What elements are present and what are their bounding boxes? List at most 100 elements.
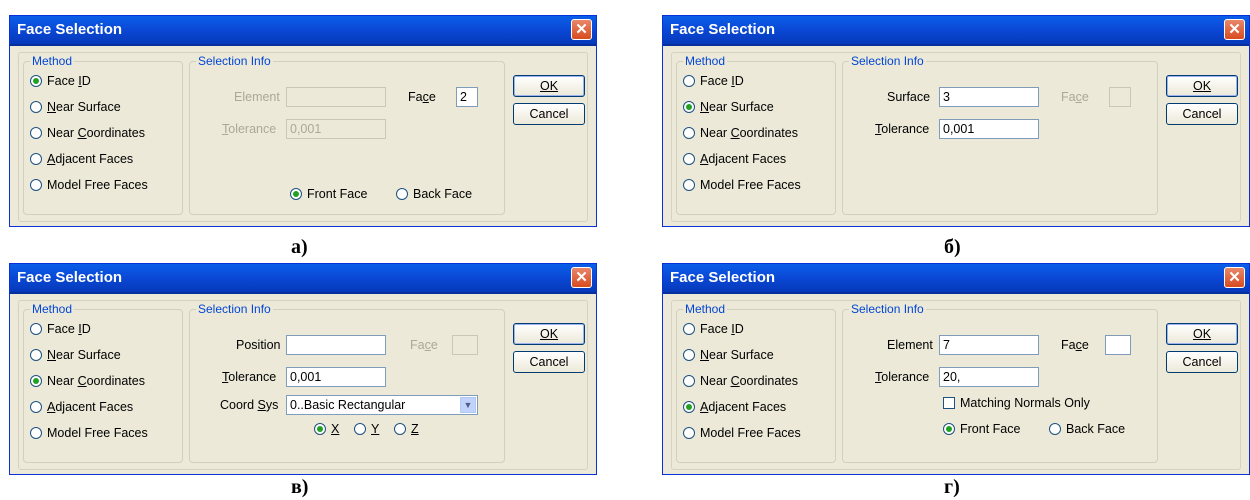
method-radio-adjacent-faces[interactable]: Adjacent Faces [30,400,133,414]
cancel-button[interactable]: Cancel [513,103,585,125]
close-button[interactable]: ✕ [571,267,592,288]
method-radio-adjacent-faces[interactable]: Adjacent Faces [30,152,133,166]
dialog-title: Face Selection [17,269,123,286]
method-group: Method Face ID Near Surface Near Coordin… [676,54,836,215]
position-label: Position [236,338,281,352]
ok-button[interactable]: OK [513,75,585,97]
face-field[interactable] [1109,87,1131,107]
front-face-radio[interactable]: Front Face [943,422,1020,436]
dialog-frame: Method Face ID Near Surface Near Coordin… [18,52,588,222]
close-button[interactable]: ✕ [1224,19,1245,40]
title-bar[interactable]: Face Selection ✕ [10,16,596,46]
radio-icon [30,179,42,191]
face-field[interactable] [1105,335,1131,355]
method-radio-model-free-faces[interactable]: Model Free Faces [30,426,148,440]
title-bar[interactable]: Face Selection ✕ [10,264,596,294]
method-group: Method Face ID Near Surface Near Coordin… [23,54,183,215]
element-label: Element [887,338,933,352]
radio-icon [30,101,42,113]
element-field[interactable]: 7 [939,335,1039,355]
surface-label: Surface [887,90,931,104]
radio-selected-icon [683,101,695,113]
face-field[interactable]: 2 [456,87,478,107]
tolerance-label: Tolerance [875,122,930,136]
face-selection-dialog-a: Face Selection ✕ Method Face ID Near Sur… [9,15,597,227]
radio-selected-icon [290,188,302,200]
method-radio-near-surface[interactable]: Near Surface [30,100,121,114]
tolerance-field[interactable]: 20, [939,367,1039,387]
method-radio-model-free-faces[interactable]: Model Free Faces [683,426,801,440]
radio-icon [30,427,42,439]
radio-icon [30,127,42,139]
radio-selected-icon [943,423,955,435]
title-bar[interactable]: Face Selection ✕ [663,16,1249,46]
method-radio-near-coordinates[interactable]: Near Coordinates [30,374,145,388]
face-selection-dialog-d: Face Selection ✕ Method Face ID Near Sur… [662,263,1250,475]
back-face-radio[interactable]: Back Face [396,187,472,201]
method-radio-face-id[interactable]: Face ID [683,322,744,336]
front-face-radio[interactable]: Front Face [290,187,367,201]
method-legend: Method [683,54,728,68]
radio-icon [683,349,695,361]
method-radio-face-id[interactable]: Face ID [30,74,91,88]
radio-icon [683,75,695,87]
method-radio-near-coordinates[interactable]: Near Coordinates [683,126,798,140]
chevron-down-icon[interactable]: ▼ [460,397,476,413]
dialog-frame: Method Face ID Near Surface Near Coordin… [671,52,1241,222]
back-face-radio[interactable]: Back Face [1049,422,1125,436]
dialog-title: Face Selection [670,269,776,286]
method-legend: Method [30,54,75,68]
cancel-button[interactable]: Cancel [1166,103,1238,125]
title-bar[interactable]: Face Selection ✕ [663,264,1249,294]
position-field[interactable] [286,335,386,355]
radio-icon [683,375,695,387]
cancel-button[interactable]: Cancel [1166,351,1238,373]
method-radio-near-surface[interactable]: Near Surface [30,348,121,362]
method-radio-near-surface[interactable]: Near Surface [683,100,774,114]
method-legend: Method [30,302,75,316]
radio-selected-icon [314,423,326,435]
radio-selected-icon [683,401,695,413]
radio-icon [30,153,42,165]
method-radio-adjacent-faces[interactable]: Adjacent Faces [683,152,786,166]
close-button[interactable]: ✕ [571,19,592,40]
axis-radio-z[interactable]: Z [394,422,419,436]
dialog-body: Method Face ID Near Surface Near Coordin… [12,46,594,224]
tolerance-label: Tolerance [222,122,277,136]
method-radio-model-free-faces[interactable]: Model Free Faces [30,178,148,192]
method-radio-face-id[interactable]: Face ID [683,74,744,88]
close-button[interactable]: ✕ [1224,267,1245,288]
matching-normals-checkbox[interactable]: Matching Normals Only [943,396,1090,410]
element-field[interactable] [286,87,386,107]
face-label: Face [1061,90,1089,104]
method-radio-model-free-faces[interactable]: Model Free Faces [683,178,801,192]
caption-c: в) [291,476,309,498]
ok-button[interactable]: OK [1166,323,1238,345]
tolerance-field[interactable]: 0,001 [286,367,386,387]
radio-icon [683,179,695,191]
method-radio-near-coordinates[interactable]: Near Coordinates [683,374,798,388]
dialog-title: Face Selection [670,21,776,38]
method-radio-face-id[interactable]: Face ID [30,322,91,336]
ok-button[interactable]: OK [513,323,585,345]
radio-icon [30,349,42,361]
cancel-button[interactable]: Cancel [513,351,585,373]
selection-info-legend: Selection Info [196,302,273,316]
checkbox-icon [943,397,955,409]
tolerance-field[interactable]: 0,001 [286,119,386,139]
ok-button[interactable]: OK [1166,75,1238,97]
axis-radio-y[interactable]: Y [354,422,379,436]
selection-info-group: Selection Info Surface 3 Face Tolerance … [842,54,1158,215]
axis-radio-x[interactable]: X [314,422,339,436]
method-radio-near-surface[interactable]: Near Surface [683,348,774,362]
surface-field[interactable]: 3 [939,87,1039,107]
dialog-body: Method Face ID Near Surface Near Coordin… [12,294,594,472]
method-radio-near-coordinates[interactable]: Near Coordinates [30,126,145,140]
face-field[interactable] [452,335,478,355]
tolerance-field[interactable]: 0,001 [939,119,1039,139]
method-radio-adjacent-faces[interactable]: Adjacent Faces [683,400,786,414]
coord-sys-select[interactable]: 0..Basic Rectangular ▼ [286,395,478,415]
selection-info-group: Selection Info Element Face 2 Tolerance … [189,54,505,215]
radio-icon [30,401,42,413]
method-legend: Method [683,302,728,316]
